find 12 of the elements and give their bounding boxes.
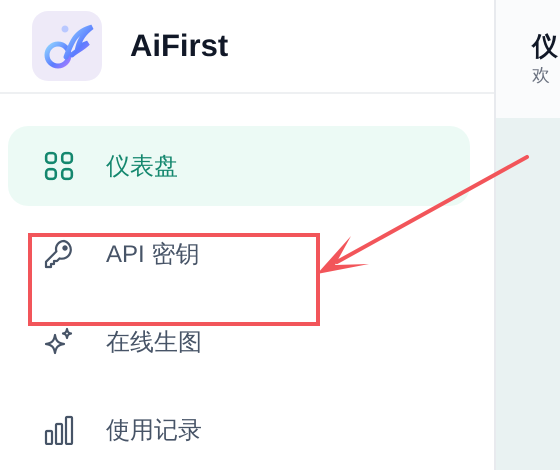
page-title: 仪 [532, 32, 559, 60]
key-icon [44, 239, 74, 269]
sparkle-icon [44, 327, 74, 357]
page-subtitle: 欢 [532, 66, 551, 86]
nav-item[interactable]: API 密钥 [8, 214, 470, 294]
nav-item[interactable]: 使用记录 [8, 390, 470, 470]
brand-name: AiFirst [130, 28, 228, 64]
bar-chart-icon [44, 415, 74, 445]
nav-item[interactable]: 仪表盘 [8, 126, 470, 206]
nav-item[interactable]: 在线生图 [8, 302, 470, 382]
logo-icon [32, 11, 102, 81]
grid-icon [44, 151, 74, 181]
